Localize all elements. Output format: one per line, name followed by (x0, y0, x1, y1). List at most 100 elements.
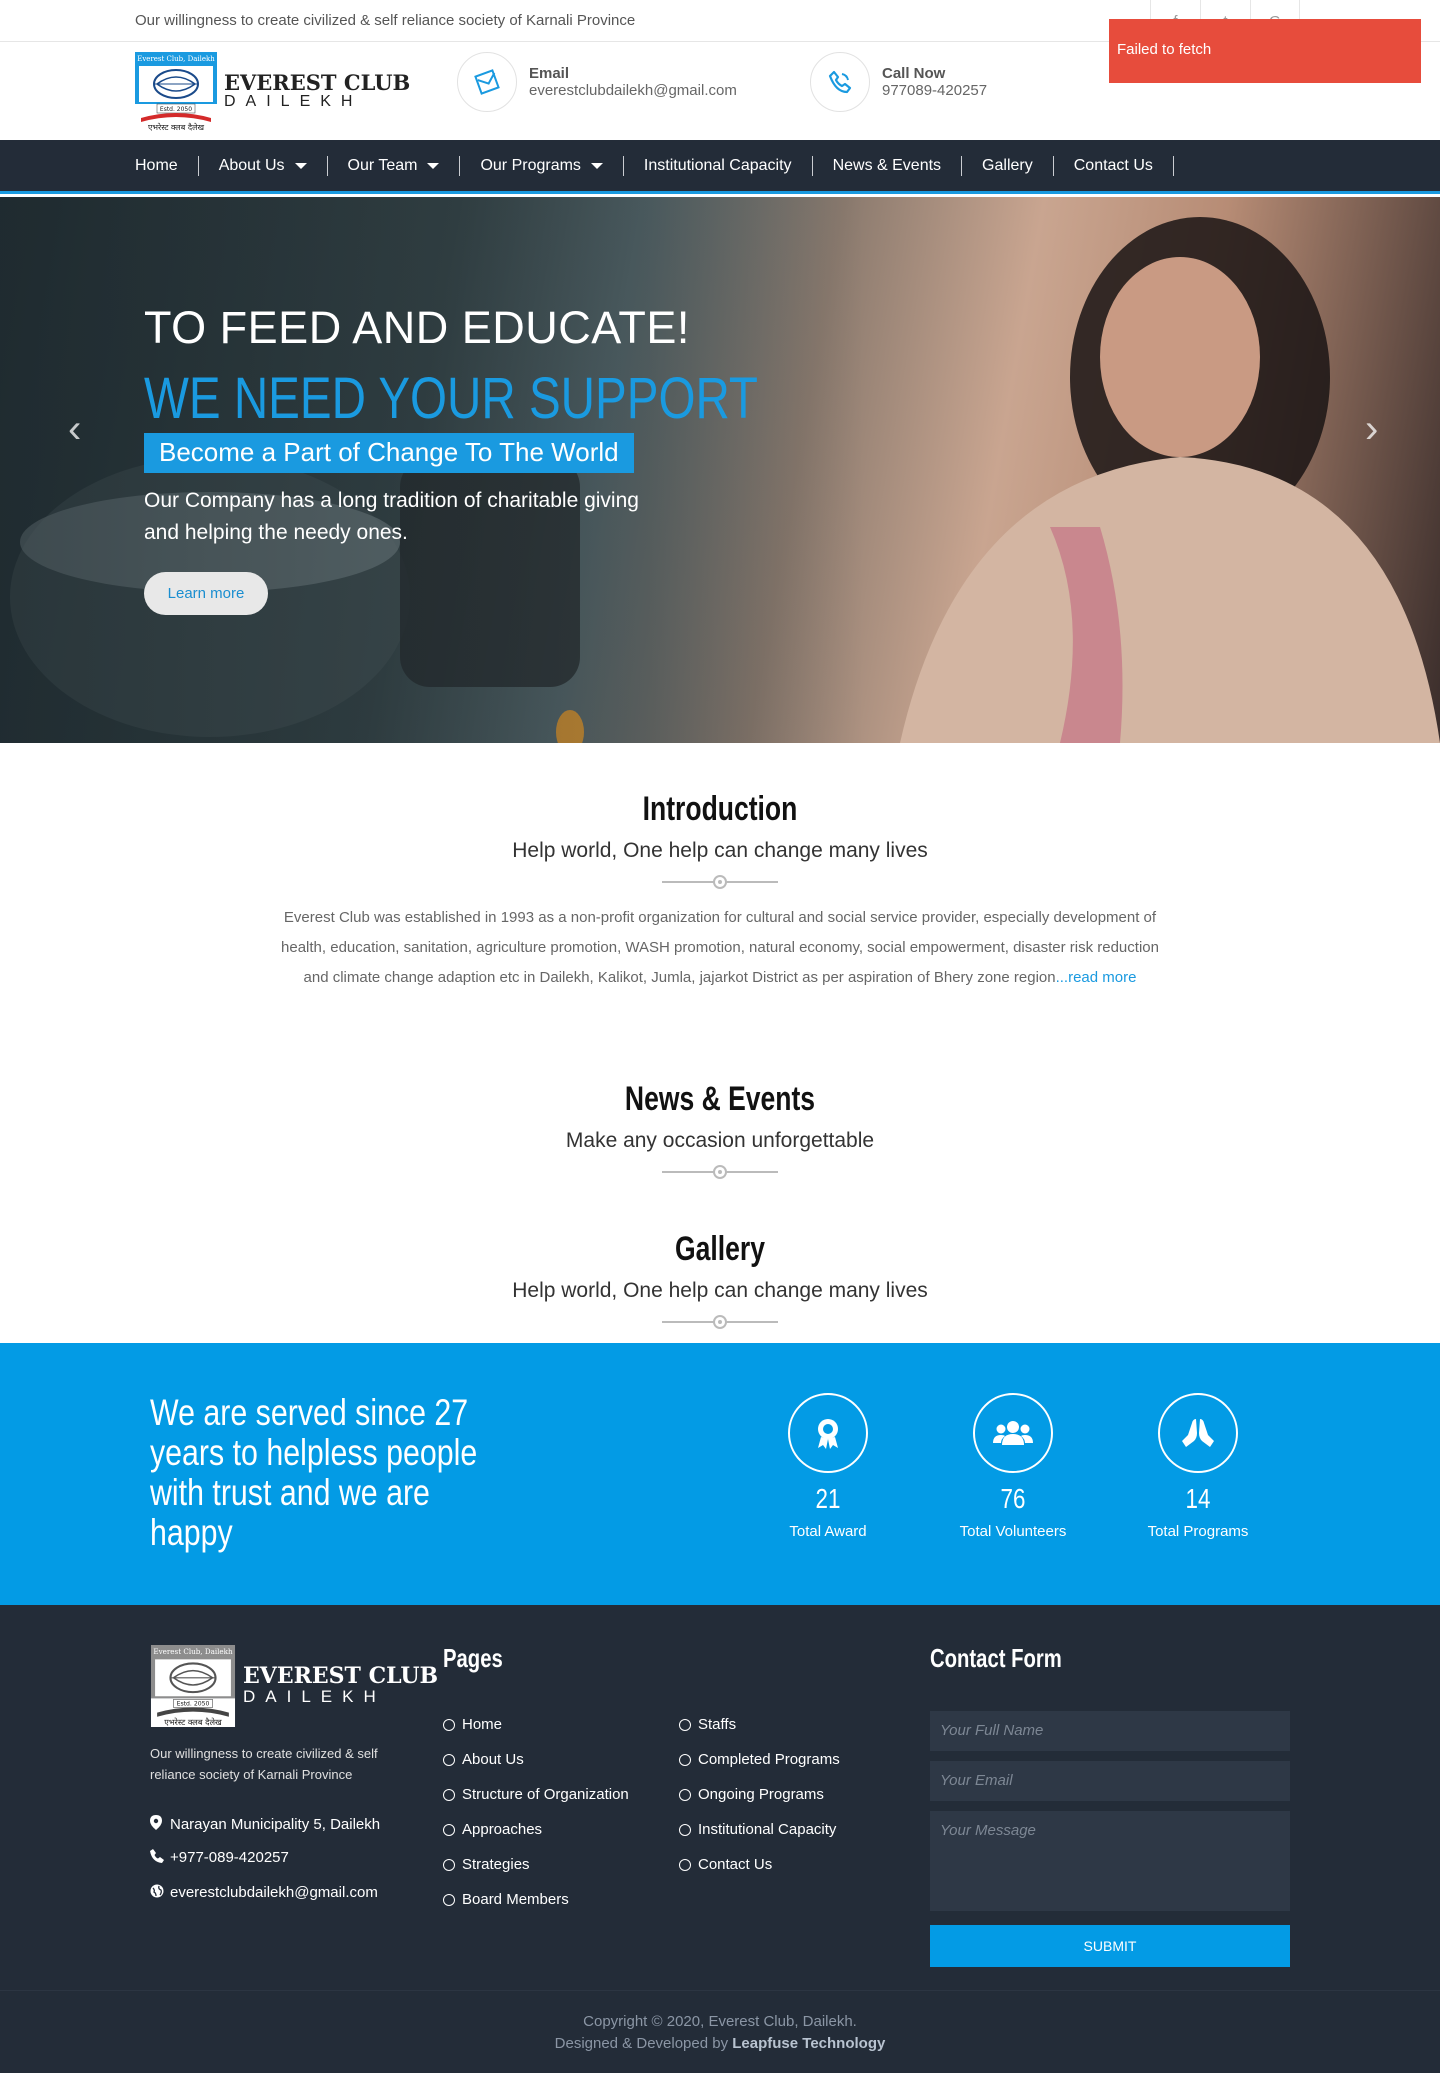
logo-text[interactable]: EVEREST CLUB DAILEKH (224, 70, 410, 111)
intro-text: Everest Club was established in 1993 as … (281, 909, 1159, 986)
name-field[interactable]: Your Full Name (930, 1711, 1290, 1751)
footer: एभरेस्ट क्लब दैलेख Everest Club, Dailekh… (0, 1605, 1440, 2073)
copyright-text: Copyright © 2020, Everest Club, Dailekh. (583, 2013, 857, 2030)
email-field[interactable]: Your Email (930, 1761, 1290, 1801)
section-divider (662, 1315, 778, 1329)
news-title: News & Events (624, 1080, 816, 1118)
footer-link-staffs[interactable]: Staffs (679, 1707, 840, 1742)
message-field[interactable]: Your Message (930, 1811, 1290, 1911)
svg-text:Everest Club, Dailekh: Everest Club, Dailekh (153, 1647, 233, 1656)
svg-text:Estd. 2050: Estd. 2050 (160, 106, 192, 113)
circle-icon (679, 1788, 691, 1801)
circle-icon (443, 1788, 455, 1801)
nav-home[interactable]: Home (135, 156, 199, 176)
footer-link-completed-programs[interactable]: Completed Programs (679, 1742, 840, 1777)
footer-link-structure[interactable]: Structure of Organization (443, 1777, 629, 1812)
users-icon (973, 1393, 1053, 1473)
footer-link-approaches[interactable]: Approaches (443, 1812, 629, 1847)
nav-news-events[interactable]: News & Events (813, 156, 963, 176)
hero-tagline: Become a Part of Change To The World (144, 433, 634, 473)
footer-link-strategies[interactable]: Strategies (443, 1847, 629, 1882)
nav-institutional-capacity[interactable]: Institutional Capacity (624, 156, 813, 176)
nav-our-team[interactable]: Our Team (328, 156, 461, 176)
footer-link-ongoing-programs[interactable]: Ongoing Programs (679, 1777, 840, 1812)
footer-address: Narayan Municipality 5, Dailekh (150, 1815, 380, 1833)
circle-icon (679, 1718, 691, 1731)
footer-link-about-us[interactable]: About Us (443, 1742, 629, 1777)
error-toast[interactable]: Failed to fetch (1109, 19, 1421, 83)
page: Our willingness to create civilized & se… (0, 0, 1440, 2073)
slider-next-icon[interactable]: › (1365, 407, 1378, 452)
header-email: Email everestclubdailekh@gmail.com (457, 52, 737, 112)
svg-text:Estd. 2050: Estd. 2050 (177, 1700, 210, 1707)
circle-icon (443, 1823, 455, 1836)
footer-link-home[interactable]: Home (443, 1707, 629, 1742)
circle-icon (679, 1858, 691, 1871)
stat-programs-label: Total Programs (1147, 1523, 1249, 1540)
circle-icon (443, 1893, 455, 1906)
pages-list-2: Staffs Completed Programs Ongoing Progra… (679, 1707, 840, 1882)
circle-icon (443, 1753, 455, 1766)
footer-logo-text[interactable]: EVEREST CLUB DAILEKH (243, 1663, 438, 1707)
circle-icon (679, 1823, 691, 1836)
stat-award: 21 Total Award (748, 1393, 908, 1540)
slider-prev-icon[interactable]: ‹ (68, 407, 81, 452)
footer-tagline: Our willingness to create civilized & se… (150, 1746, 378, 1782)
award-icon (788, 1393, 868, 1473)
footer-link-board-members[interactable]: Board Members (443, 1882, 629, 1917)
pages-title: Pages (443, 1643, 503, 1673)
circle-icon (679, 1753, 691, 1766)
learn-more-button[interactable]: Learn more (144, 572, 268, 615)
circle-icon (443, 1718, 455, 1731)
nav-about-us[interactable]: About Us (199, 156, 328, 176)
phone-icon (810, 52, 870, 112)
section-divider (662, 1165, 778, 1179)
stat-programs-value: 14 (1185, 1483, 1211, 1514)
developer-link[interactable]: Leapfuse Technology (732, 2035, 885, 2052)
stats-lead: We are served since 27 years to helpless… (150, 1392, 478, 1553)
call-value[interactable]: 977089-420257 (882, 82, 987, 99)
footer-link-institutional-capacity[interactable]: Institutional Capacity (679, 1812, 840, 1847)
hero-description: Our Company has a long tradition of char… (144, 489, 639, 544)
footer-logo-emblem-icon: एभरेस्ट क्लब दैलेख Everest Club, Dailekh… (150, 1645, 236, 1727)
top-tagline: Our willingness to create civilized & se… (135, 12, 636, 29)
stat-volunteers-value: 76 (1000, 1483, 1026, 1514)
copyright-bar: Copyright © 2020, Everest Club, Dailekh.… (0, 1990, 1440, 2073)
caret-down-icon (427, 163, 440, 169)
intro-subtitle: Help world, One help can change many liv… (512, 839, 928, 862)
nav-contact-us[interactable]: Contact Us (1054, 156, 1174, 176)
gallery-title: Gallery (675, 1230, 765, 1268)
svg-text:एभरेस्ट क्लब दैलेख: एभरेस्ट क्लब दैलेख (164, 1717, 222, 1727)
globe-icon (150, 1884, 170, 1901)
section-divider (662, 875, 778, 889)
phone-icon (150, 1849, 170, 1866)
logo-title: EVEREST CLUB (224, 70, 411, 95)
footer-link-contact-us[interactable]: Contact Us (679, 1847, 840, 1882)
caret-down-icon (590, 163, 603, 169)
main-nav: Home About Us Our Team Our Programs Inst… (0, 140, 1440, 194)
svg-text:Everest Club, Dailekh: Everest Club, Dailekh (137, 55, 215, 63)
hero-slider: ‹ › TO FEED AND EDUCATE! WE NEED YOUR SU… (0, 197, 1440, 743)
read-more-link[interactable]: ...read more (1056, 969, 1137, 986)
gallery-section: Gallery Help world, One help can change … (0, 1230, 1440, 1329)
map-marker-icon (150, 1815, 170, 1833)
pages-list-1: Home About Us Structure of Organization … (443, 1707, 629, 1917)
contact-form-title: Contact Form (930, 1643, 1062, 1673)
stats-section: We are served since 27 years to helpless… (0, 1343, 1440, 1605)
hero-heading: TO FEED AND EDUCATE! (144, 302, 690, 353)
praying-hands-icon (1158, 1393, 1238, 1473)
nav-our-programs[interactable]: Our Programs (460, 156, 624, 176)
circle-icon (443, 1858, 455, 1871)
logo[interactable]: एभरेस्ट क्लब दैलेख Everest Club, Dailekh… (135, 52, 217, 132)
footer-email: everestclubdailekh@gmail.com (150, 1884, 378, 1901)
stat-award-label: Total Award (789, 1523, 867, 1540)
email-value[interactable]: everestclubdailekh@gmail.com (529, 82, 737, 99)
email-label: Email (529, 65, 570, 82)
nav-gallery[interactable]: Gallery (962, 156, 1054, 176)
email-icon (457, 52, 517, 112)
submit-button[interactable]: SUBMIT (930, 1925, 1290, 1967)
hero-title: WE NEED YOUR SUPPORT (144, 366, 758, 431)
introduction-section: Introduction Help world, One help can ch… (0, 790, 1440, 993)
footer-logo[interactable]: एभरेस्ट क्लब दैलेख Everest Club, Dailekh… (150, 1645, 236, 1727)
news-subtitle: Make any occasion unforgettable (565, 1129, 875, 1152)
